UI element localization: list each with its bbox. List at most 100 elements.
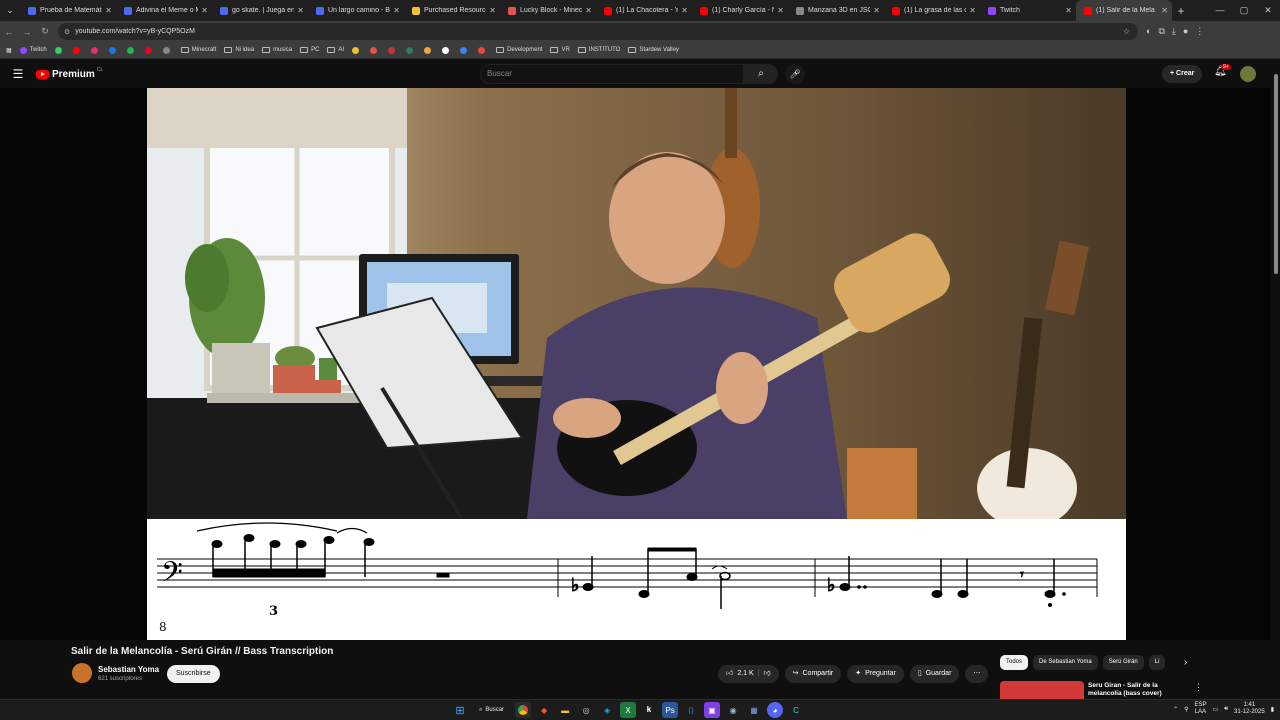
bookmark-item[interactable] <box>478 46 488 54</box>
reload-icon[interactable]: ↻ <box>36 26 54 37</box>
volume-icon[interactable]: 🔊︎ <box>1224 706 1228 713</box>
bookmark-item[interactable] <box>126 46 137 54</box>
bookmark-folder[interactable]: INSTITUTO <box>577 47 620 54</box>
bookmark-item[interactable] <box>388 46 398 54</box>
create-button[interactable]: + Crear <box>1162 65 1203 83</box>
bookmark-item[interactable] <box>144 46 155 54</box>
menu-icon[interactable]: ☰ <box>0 67 36 81</box>
apps-icon[interactable]: ▦ <box>6 47 12 54</box>
browser-tab[interactable]: Un largo camino - BET✕ <box>308 0 404 21</box>
folder-icon[interactable]: ▬ <box>557 702 573 718</box>
search-input[interactable]: Buscar <box>480 64 744 84</box>
tray-chevron-icon[interactable]: ⌃ <box>1173 706 1178 713</box>
browser-tab[interactable]: Prueba de Matemática✕ <box>20 0 116 21</box>
subscribe-button[interactable]: Suscribirse <box>167 665 220 683</box>
site-info-icon[interactable]: ⚙ <box>64 28 70 36</box>
browser-tab[interactable]: Manzana 3D en JSON✕ <box>788 0 884 21</box>
tab-close-icon[interactable]: ✕ <box>777 6 784 15</box>
channel-name[interactable]: Sebastian Yoma <box>98 665 159 674</box>
app-icon-grid[interactable]: ▦ <box>746 702 762 718</box>
bookmark-item[interactable] <box>90 46 101 54</box>
language-indicator[interactable]: ESP LAA <box>1195 702 1207 716</box>
bookmark-item[interactable] <box>352 46 362 54</box>
channel-avatar[interactable] <box>72 663 92 683</box>
filter-chip[interactable]: De Sebastian Yoma <box>1033 655 1098 670</box>
like-icon[interactable]: 👍︎ <box>726 665 733 683</box>
bookmark-item[interactable] <box>424 46 434 54</box>
app-icon-purple[interactable]: ▣ <box>704 702 721 718</box>
more-actions-button[interactable]: ⋯ <box>965 665 989 683</box>
save-button[interactable]: ▯ Guardar <box>909 665 960 683</box>
extension-icon[interactable]: ◐ <box>1146 26 1151 37</box>
voice-search-icon[interactable]: 🎤︎ <box>785 64 805 84</box>
video-player[interactable] <box>147 88 1126 519</box>
address-bar[interactable]: ⚙ youtube.com/watch?v=yB-yCQP5OzM ☆ <box>58 23 1138 40</box>
tab-close-icon[interactable]: ✕ <box>873 6 880 15</box>
share-button[interactable]: ↪ Compartir <box>784 665 842 683</box>
browser-tab[interactable]: (1) La Chacotera - YouT✕ <box>596 0 692 21</box>
browser-tab[interactable]: (1) Salir de la Mela ✕ <box>1076 0 1172 21</box>
tray-app-icon[interactable]: ⚲ <box>1184 706 1188 713</box>
start-icon[interactable]: ⊞ <box>452 702 468 718</box>
browser-tab[interactable]: (1) Charly García - No ✕ <box>692 0 788 21</box>
bookmark-item[interactable] <box>442 46 452 54</box>
bookmark-item[interactable]: Twitch <box>19 46 47 54</box>
bookmark-item[interactable] <box>54 46 65 54</box>
bookmark-folder[interactable]: VR <box>550 47 570 54</box>
tab-close-icon[interactable]: ✕ <box>201 6 208 15</box>
browser-tab[interactable]: Adivina el Meme o M ✕ <box>116 0 212 21</box>
recommendation-title[interactable]: Seru Giran - Salir de la melancolía (bas… <box>1088 682 1178 698</box>
discord-icon[interactable]: ◕ <box>767 702 784 718</box>
back-icon[interactable]: ← <box>0 27 18 37</box>
app-icon-k[interactable]: 𝐤 <box>641 702 657 718</box>
photoshop-icon[interactable]: Ps <box>662 702 679 718</box>
bookmark-folder[interactable]: Stardew Valley <box>628 47 679 54</box>
recommendation-menu-icon[interactable]: ⋮ <box>1194 682 1203 693</box>
filter-chip[interactable]: Serú Girán <box>1102 655 1144 670</box>
tab-close-icon[interactable]: ✕ <box>297 6 304 15</box>
ask-button[interactable]: ✦ Preguntar <box>847 665 904 683</box>
notification-center-icon[interactable]: ▮ <box>1271 706 1274 713</box>
puzzle-icon[interactable]: ⧉ <box>1158 26 1164 37</box>
tab-close-icon[interactable]: ✕ <box>969 6 976 15</box>
browser-tab[interactable]: (1) La grasa de las cap✕ <box>884 0 980 21</box>
bookmark-item[interactable] <box>162 46 173 54</box>
tab-search-icon[interactable]: ⌄ <box>0 0 20 21</box>
download-icon[interactable]: ⤓ <box>1172 26 1176 37</box>
bookmark-folder[interactable]: Minecraft <box>180 47 216 54</box>
tab-close-icon[interactable]: ✕ <box>1161 6 1168 15</box>
browser-tab[interactable]: Lucky Block - Minecraft✕ <box>500 0 596 21</box>
page-scrollbar[interactable] <box>1274 74 1278 274</box>
tab-close-icon[interactable]: ✕ <box>681 6 688 15</box>
minimize-icon[interactable]: — <box>1208 0 1232 21</box>
bookmark-item[interactable] <box>460 46 470 54</box>
filter-chip[interactable]: Todos <box>1000 655 1029 670</box>
bookmark-item[interactable] <box>370 46 380 54</box>
dislike-icon[interactable]: 👎︎ <box>764 665 771 683</box>
filter-chip[interactable]: Li <box>1148 655 1166 670</box>
excel-icon[interactable]: X <box>620 702 637 718</box>
like-count[interactable]: 2.1 K <box>737 665 753 683</box>
bookmark-folder[interactable]: musica <box>262 47 292 54</box>
tab-close-icon[interactable]: ✕ <box>585 6 592 15</box>
network-icon[interactable]: ▭ <box>1213 706 1219 713</box>
search-button[interactable]: ⌕ <box>744 64 778 84</box>
youtube-logo[interactable]: Premium CL <box>36 67 103 80</box>
bookmark-folder[interactable]: PC <box>300 47 319 54</box>
bookmark-item[interactable] <box>108 46 119 54</box>
browser-tab[interactable]: Purchased Resources |✕ <box>404 0 500 21</box>
new-tab-button[interactable]: + <box>1172 4 1190 18</box>
tab-close-icon[interactable]: ✕ <box>105 6 112 15</box>
browser-tab[interactable]: Twitch ✕ <box>980 0 1076 21</box>
browser-tab[interactable]: go skate. | Juega en R✕ <box>212 0 308 21</box>
bookmark-item[interactable] <box>406 46 416 54</box>
account-avatar[interactable] <box>1240 66 1256 82</box>
app-icon-blue[interactable]: ◈ <box>599 702 615 718</box>
bookmark-folder[interactable]: AI <box>327 47 344 54</box>
steam-icon[interactable]: ◉ <box>725 702 741 718</box>
close-window-icon[interactable]: ✕ <box>1256 0 1280 21</box>
vscode-icon[interactable]: ⟨⟩ <box>683 702 699 718</box>
bookmark-folder[interactable]: Ni idea <box>224 47 254 54</box>
bookmark-folder[interactable]: Development <box>496 47 542 54</box>
forward-icon[interactable]: → <box>18 27 36 37</box>
